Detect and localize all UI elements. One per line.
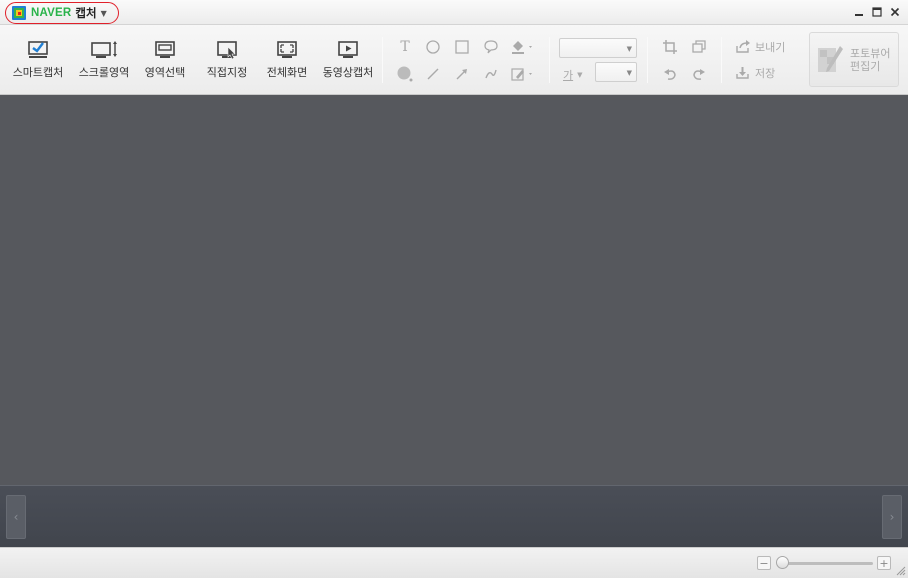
font-style-icon: 가 [563, 69, 574, 82]
region-select-label: 영역선택 [144, 66, 186, 79]
capture-canvas[interactable] [0, 95, 908, 485]
strip-prev-button[interactable]: ‹ [6, 495, 26, 539]
toolbar: 스마트캡처 스크롤영역 영역선택 직접지정 전체화면 동영상캡처 T ▼ 가 ▼… [0, 25, 908, 95]
fill-tool-button[interactable] [510, 38, 536, 56]
photo-editor-label: 포토뷰어 편집기 [850, 47, 890, 73]
plus-icon: + [879, 556, 889, 570]
share-icon [736, 40, 750, 53]
pen-tool-button[interactable] [510, 65, 536, 83]
photo-viewer-editor-button[interactable]: 포토뷰어 편집기 [809, 32, 899, 87]
fullscreen-capture-button[interactable]: 전체화면 [262, 38, 312, 84]
text-tool-button[interactable]: T [396, 38, 414, 56]
freehand-icon [485, 69, 497, 79]
chevron-left-icon: ‹ [13, 510, 19, 524]
zoom-slider-track[interactable] [781, 562, 873, 565]
font-style-button[interactable]: 가 ▼ [563, 67, 583, 83]
scroll-capture-label: 스크롤영역 [78, 66, 130, 79]
number-stamp-tool-button[interactable] [396, 65, 414, 83]
redo-button[interactable] [690, 65, 708, 83]
zoom-slider-handle[interactable] [776, 556, 789, 569]
number-stamp-icon [397, 66, 413, 82]
text-icon: T [400, 39, 410, 55]
scroll-capture-button[interactable]: 스크롤영역 [76, 38, 132, 84]
speech-bubble-tool-button[interactable] [482, 38, 500, 56]
copy-button[interactable] [690, 38, 708, 56]
font-family-select[interactable]: ▼ [559, 38, 637, 58]
fill-icon [512, 41, 532, 54]
video-capture-label: 동영상캡처 [322, 66, 374, 79]
chevron-down-icon: ▼ [626, 69, 632, 77]
maximize-icon [872, 7, 882, 17]
download-icon [736, 67, 749, 79]
undo-icon [664, 69, 676, 80]
minimize-icon [855, 14, 863, 16]
crop-button[interactable] [661, 38, 679, 56]
photo-editor-icon [818, 45, 843, 72]
fullscreen-icon [275, 38, 299, 62]
zoom-out-button[interactable]: − [757, 556, 771, 570]
chevron-down-icon: ▼ [100, 8, 107, 18]
rectangle-icon [455, 40, 469, 54]
ellipse-icon [426, 40, 440, 54]
zoom-in-button[interactable]: + [877, 556, 891, 570]
send-label: 보내기 [755, 41, 786, 54]
naver-capture-logo-icon [12, 6, 26, 20]
undo-button[interactable] [661, 65, 679, 83]
maximize-button[interactable] [870, 5, 884, 19]
send-button[interactable]: 보내기 [735, 39, 785, 55]
video-capture-icon [336, 38, 360, 62]
product-label: 캡처 [75, 6, 97, 20]
photo-editor-line2: 편집기 [850, 59, 881, 73]
arrow-tool-button[interactable] [453, 65, 471, 83]
toolbar-divider [647, 37, 648, 83]
title-bar: NAVER 캡처 ▼ [0, 0, 908, 25]
toolbar-divider [721, 37, 722, 83]
ellipse-tool-button[interactable] [424, 38, 442, 56]
close-button[interactable] [888, 5, 902, 19]
toolbar-divider [382, 37, 383, 83]
minus-icon: − [759, 556, 769, 570]
freehand-tool-button[interactable] [482, 65, 500, 83]
speech-bubble-icon [484, 40, 498, 54]
save-button[interactable]: 저장 [735, 65, 775, 81]
crop-icon [663, 40, 677, 54]
pen-icon [511, 68, 532, 81]
smart-capture-label: 스마트캡처 [12, 66, 64, 79]
smart-capture-icon [26, 38, 50, 62]
chevron-right-icon: › [889, 510, 895, 524]
scroll-capture-icon [89, 38, 119, 62]
photo-editor-line1: 포토뷰어 [850, 46, 891, 60]
close-icon [890, 7, 900, 17]
minimize-button[interactable] [852, 5, 866, 19]
font-size-select[interactable]: ▼ [595, 62, 637, 82]
copy-icon [692, 40, 706, 53]
manual-select-button[interactable]: 직접지정 [202, 38, 252, 84]
toolbar-divider [549, 37, 550, 83]
video-capture-button[interactable]: 동영상캡처 [320, 38, 376, 84]
save-label: 저장 [755, 67, 776, 80]
resize-grip-icon[interactable] [894, 564, 906, 576]
region-select-icon [153, 38, 177, 62]
manual-select-icon [215, 38, 239, 62]
chevron-down-icon: ▼ [577, 71, 583, 79]
chevron-down-icon: ▼ [626, 45, 632, 53]
line-icon [427, 68, 439, 80]
region-select-button[interactable]: 영역선택 [140, 38, 190, 84]
window-controls [852, 5, 902, 19]
smart-capture-button[interactable]: 스마트캡처 [10, 38, 66, 84]
line-tool-button[interactable] [424, 65, 442, 83]
status-bar: − + [0, 547, 908, 578]
strip-next-button[interactable]: › [882, 495, 902, 539]
brand-label: NAVER [31, 7, 72, 19]
redo-icon [693, 69, 705, 80]
manual-select-label: 직접지정 [206, 66, 248, 79]
app-menu-button[interactable]: NAVER 캡처 ▼ [5, 2, 119, 24]
arrow-icon [456, 69, 467, 80]
fullscreen-label: 전체화면 [266, 66, 308, 79]
thumbnail-strip: ‹ › [0, 485, 908, 547]
rectangle-tool-button[interactable] [453, 38, 471, 56]
